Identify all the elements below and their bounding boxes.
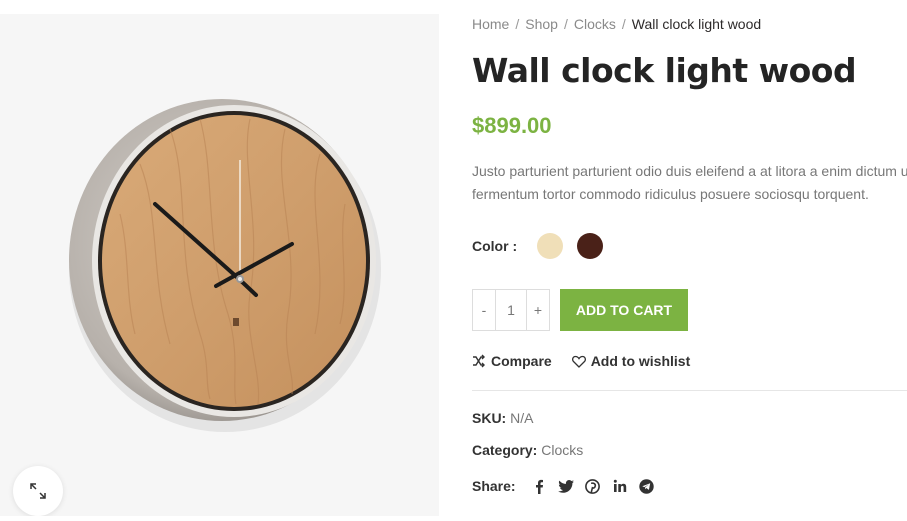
breadcrumb-shop[interactable]: Shop <box>525 16 558 32</box>
zoom-button[interactable] <box>13 466 63 516</box>
compare-button[interactable]: Compare <box>472 353 552 369</box>
linkedin-icon[interactable] <box>609 477 631 495</box>
quantity-stepper: - 1 + <box>472 289 550 331</box>
breadcrumb-separator: / <box>563 16 568 32</box>
breadcrumb-home[interactable]: Home <box>472 16 509 32</box>
description-line: fermentum tortor commodo ridiculus posue… <box>472 185 869 202</box>
breadcrumb-separator: / <box>515 16 520 32</box>
quantity-plus-button[interactable]: + <box>527 290 549 330</box>
add-to-cart-button[interactable]: Add to cart <box>560 289 688 331</box>
add-to-cart-row: - 1 + Add to cart <box>472 289 688 331</box>
category-link[interactable]: Clocks <box>541 442 583 458</box>
facebook-icon[interactable] <box>528 477 550 495</box>
twitter-icon[interactable] <box>555 477 577 495</box>
product-description: Justo parturient parturient odio duis el… <box>472 160 907 205</box>
wishlist-label: Add to wishlist <box>590 353 691 369</box>
share-row: Share: <box>472 477 663 495</box>
color-label: Color : <box>472 238 518 254</box>
category-label: Category: <box>472 442 538 458</box>
quantity-input[interactable]: 1 <box>495 290 527 330</box>
telegram-icon[interactable] <box>636 477 658 495</box>
product-summary: Home / Shop / Clocks / Wall clock light wood W… <box>472 0 907 521</box>
divider <box>472 390 907 391</box>
product-actions: Compare Add to wishlist <box>472 353 710 369</box>
product-gallery <box>0 14 439 516</box>
breadcrumb-current: Wall clock light wood <box>631 16 762 32</box>
sku-row: SKU: N/A <box>472 410 533 426</box>
pinterest-icon[interactable] <box>582 477 604 495</box>
description-line: Justo parturient parturient odio duis el… <box>472 163 907 179</box>
category-row: Category: Clocks <box>472 442 583 458</box>
swatch-dark-wood[interactable] <box>577 233 604 259</box>
product-title: Wall clock light wood <box>472 51 857 90</box>
shuffle-icon <box>473 354 485 368</box>
product-image[interactable] <box>0 14 439 516</box>
quantity-minus-button[interactable]: - <box>473 290 495 330</box>
heart-icon <box>571 355 586 368</box>
expand-icon <box>30 483 46 499</box>
share-label: Share: <box>472 478 516 494</box>
swatch-light-wood[interactable] <box>537 233 564 259</box>
color-selector: Color : <box>472 233 617 259</box>
sku-label: SKU: <box>472 410 507 426</box>
breadcrumb-clocks[interactable]: Clocks <box>574 16 616 32</box>
sku-value: N/A <box>510 410 534 426</box>
breadcrumb-separator: / <box>621 16 626 32</box>
compare-label: Compare <box>491 353 552 369</box>
color-label-text: Color <box>472 238 509 254</box>
wishlist-button[interactable]: Add to wishlist <box>571 353 691 369</box>
product-price: $899.00 <box>472 113 552 138</box>
breadcrumb: Home / Shop / Clocks / Wall clock light wood <box>472 16 761 32</box>
